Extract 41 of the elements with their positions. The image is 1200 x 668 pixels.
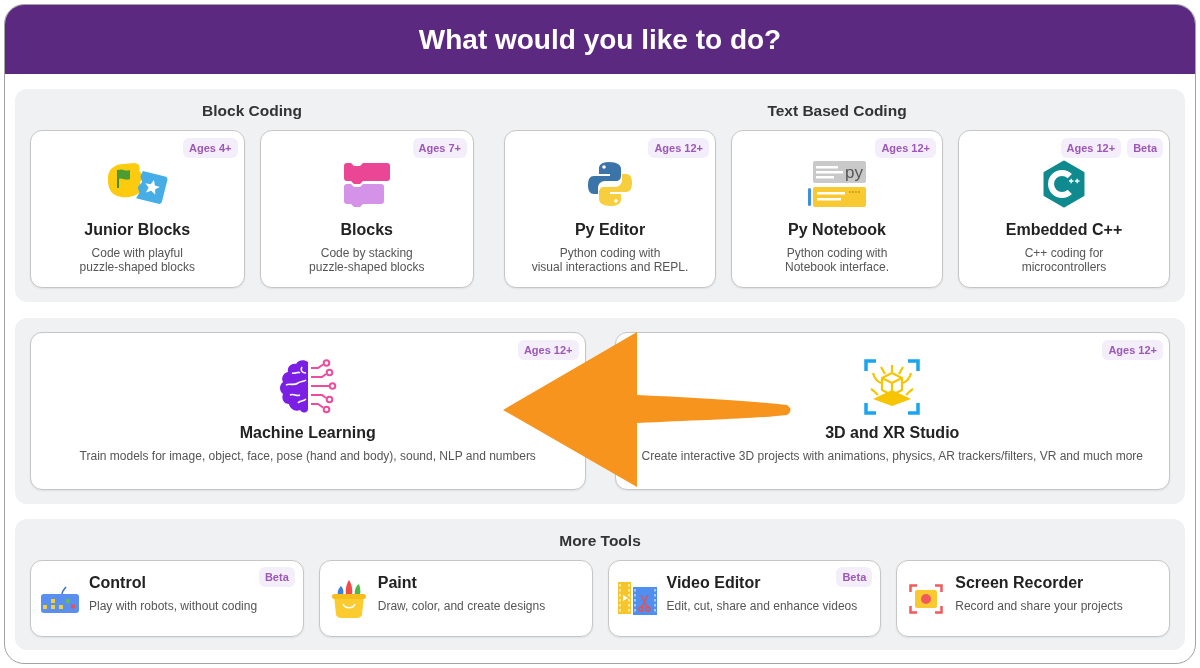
tool-card[interactable]: Screen Recorder Record and share your projects	[896, 560, 1170, 637]
record-icon	[909, 584, 944, 614]
tool-card[interactable]: Control Play with robots, without coding Beta	[30, 560, 304, 637]
card-title: Screen Recorder	[955, 573, 1084, 593]
tag-badge: Ages 12+	[1060, 138, 1122, 158]
card-title: Control	[89, 573, 146, 593]
python-logo-icon	[588, 162, 632, 206]
stacked-blocks-icon	[342, 161, 391, 207]
tag-badge: Ages 12+	[517, 340, 579, 360]
brain-circuit-icon	[278, 359, 337, 414]
card-title: Video Editor	[666, 573, 761, 593]
card-title: Embedded C++	[1005, 220, 1123, 240]
cube-scan-icon	[864, 358, 921, 415]
tag-badge: Ages 12+	[1102, 340, 1163, 360]
card-title: Machine Learning	[239, 423, 376, 443]
tool-card[interactable]: Paint Draw, color, and create designs	[318, 560, 593, 637]
card-description: Draw, color, and create designs	[377, 599, 546, 613]
tag-badge: Ages 4+	[183, 138, 238, 158]
section-heading: Block Coding	[201, 101, 303, 121]
card-description: Record and share your projects	[955, 599, 1123, 613]
tag-badge: Ages 12+	[875, 138, 936, 158]
tag-badge: Ages 7+	[412, 138, 467, 158]
card-title: Py Editor	[574, 220, 646, 240]
section-heading: Text Based Coding	[766, 101, 908, 121]
tag-badge: Ages 12+	[648, 138, 709, 158]
card-title: Py Notebook	[788, 220, 886, 240]
card-title: Paint	[377, 573, 417, 593]
card-title: Junior Blocks	[84, 220, 191, 240]
puzzle-blocks-icon	[105, 162, 169, 206]
page-title: What would you like to do?	[418, 22, 782, 57]
card-description: Play with robots, without coding	[89, 599, 258, 613]
section-heading: More Tools	[558, 531, 642, 551]
card-title: 3D and XR Studio	[825, 423, 960, 443]
card-title: Blocks	[340, 220, 393, 240]
tag-badge: Beta	[1127, 138, 1163, 158]
tag-badge: Beta	[258, 567, 295, 587]
tag-badge: Beta	[836, 567, 873, 587]
hexagon-c-icon	[1042, 160, 1086, 208]
controller-icon	[41, 585, 79, 613]
film-strip-icon	[617, 582, 658, 616]
paint-bucket-icon	[331, 580, 366, 618]
